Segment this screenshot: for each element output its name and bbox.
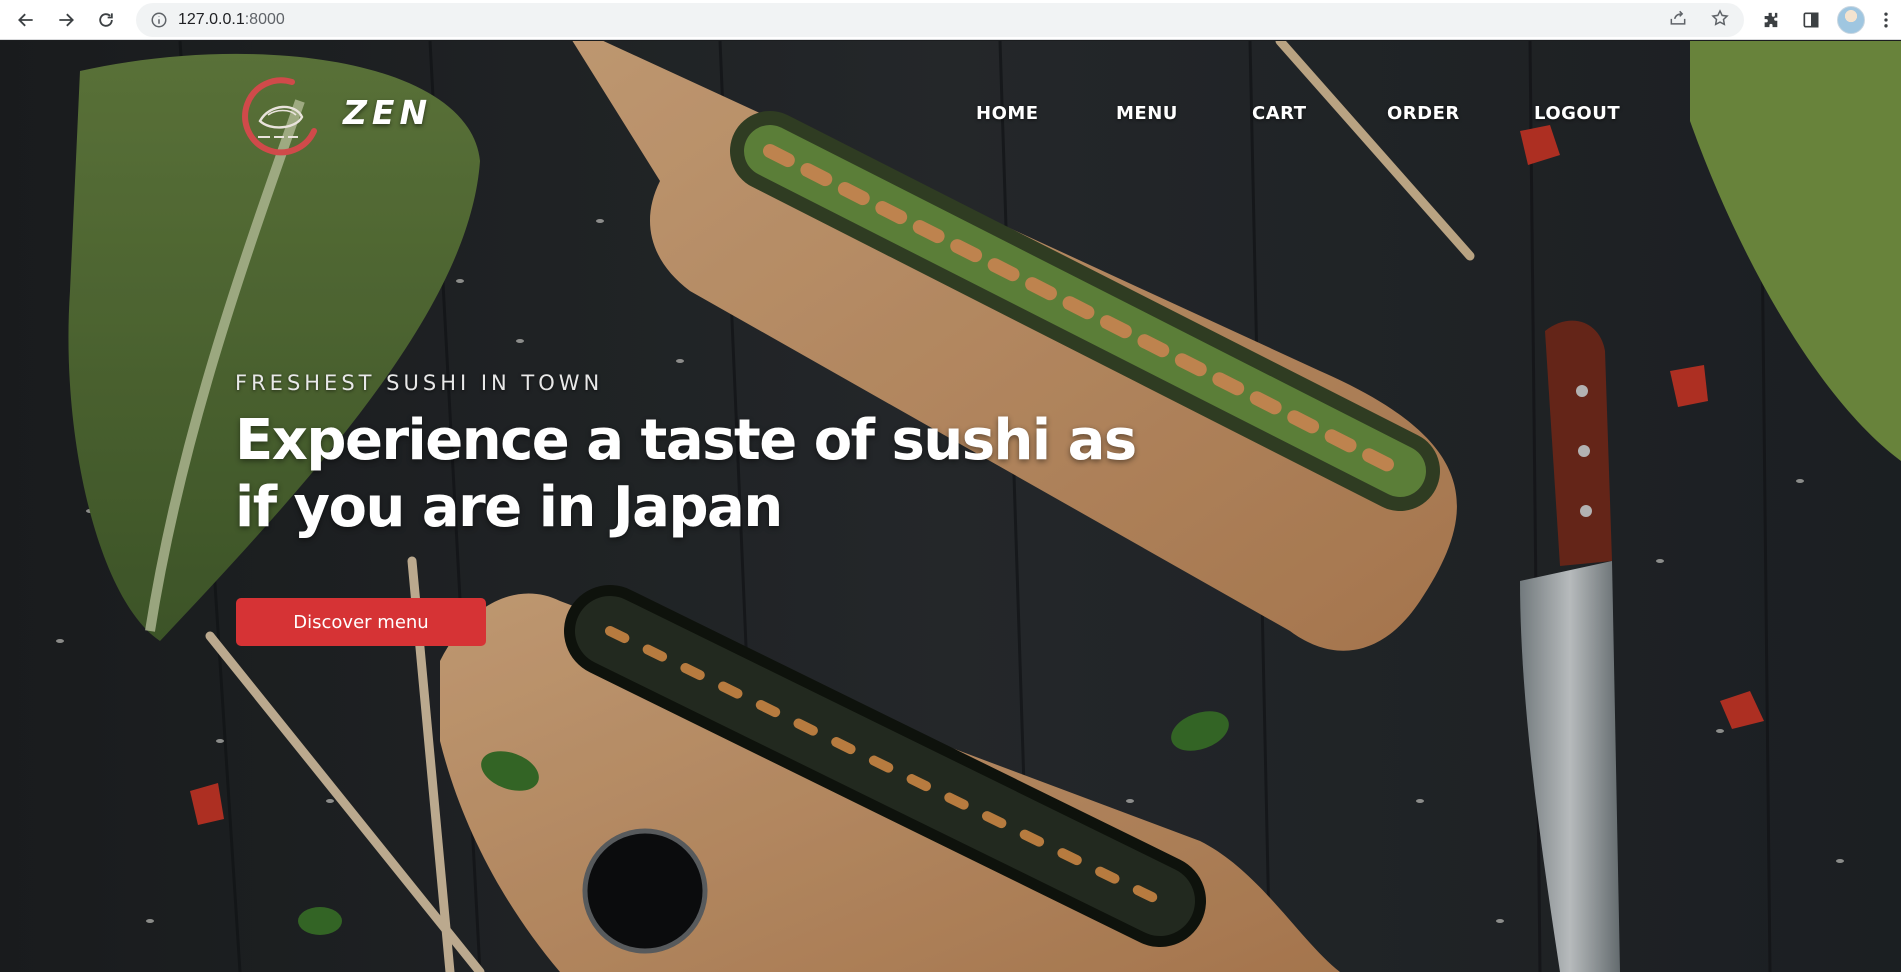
url-text: 127.0.0.1:8000: [178, 11, 285, 29]
browser-toolbar: 127.0.0.1:8000: [0, 0, 1901, 40]
hero-section: ZEN HOME MENU CART ORDER LOGOUT FRESHEST…: [0, 41, 1901, 972]
site-info-icon[interactable]: [150, 11, 168, 29]
more-menu-icon[interactable]: [1871, 0, 1901, 40]
reload-icon[interactable]: [86, 0, 126, 40]
profile-avatar[interactable]: [1831, 0, 1871, 40]
avatar: [1837, 6, 1865, 34]
back-icon[interactable]: [6, 0, 46, 40]
hero-headline: Experience a taste of sushi as if you ar…: [235, 408, 1137, 540]
address-bar[interactable]: 127.0.0.1:8000: [136, 3, 1744, 37]
nav-menu-link[interactable]: MENU: [1116, 103, 1178, 124]
nav-logout-link[interactable]: LOGOUT: [1534, 103, 1620, 124]
side-panel-icon[interactable]: [1791, 0, 1831, 40]
hero-eyebrow: FRESHEST SUSHI IN TOWN: [235, 371, 604, 395]
extensions-icon[interactable]: [1751, 0, 1791, 40]
bookmark-star-icon[interactable]: [1710, 8, 1730, 33]
discover-menu-button[interactable]: Discover menu: [236, 598, 486, 646]
main-menu: HOME MENU CART ORDER LOGOUT: [0, 103, 1901, 133]
forward-icon[interactable]: [46, 0, 86, 40]
share-icon[interactable]: [1668, 8, 1688, 33]
nav-cart-link[interactable]: CART: [1252, 103, 1306, 124]
nav-home-link[interactable]: HOME: [976, 103, 1039, 124]
url-port: :8000: [244, 11, 285, 28]
site-navbar: ZEN HOME MENU CART ORDER LOGOUT: [0, 41, 1901, 191]
nav-order-link[interactable]: ORDER: [1387, 103, 1460, 124]
url-host: 127.0.0.1: [178, 11, 245, 28]
